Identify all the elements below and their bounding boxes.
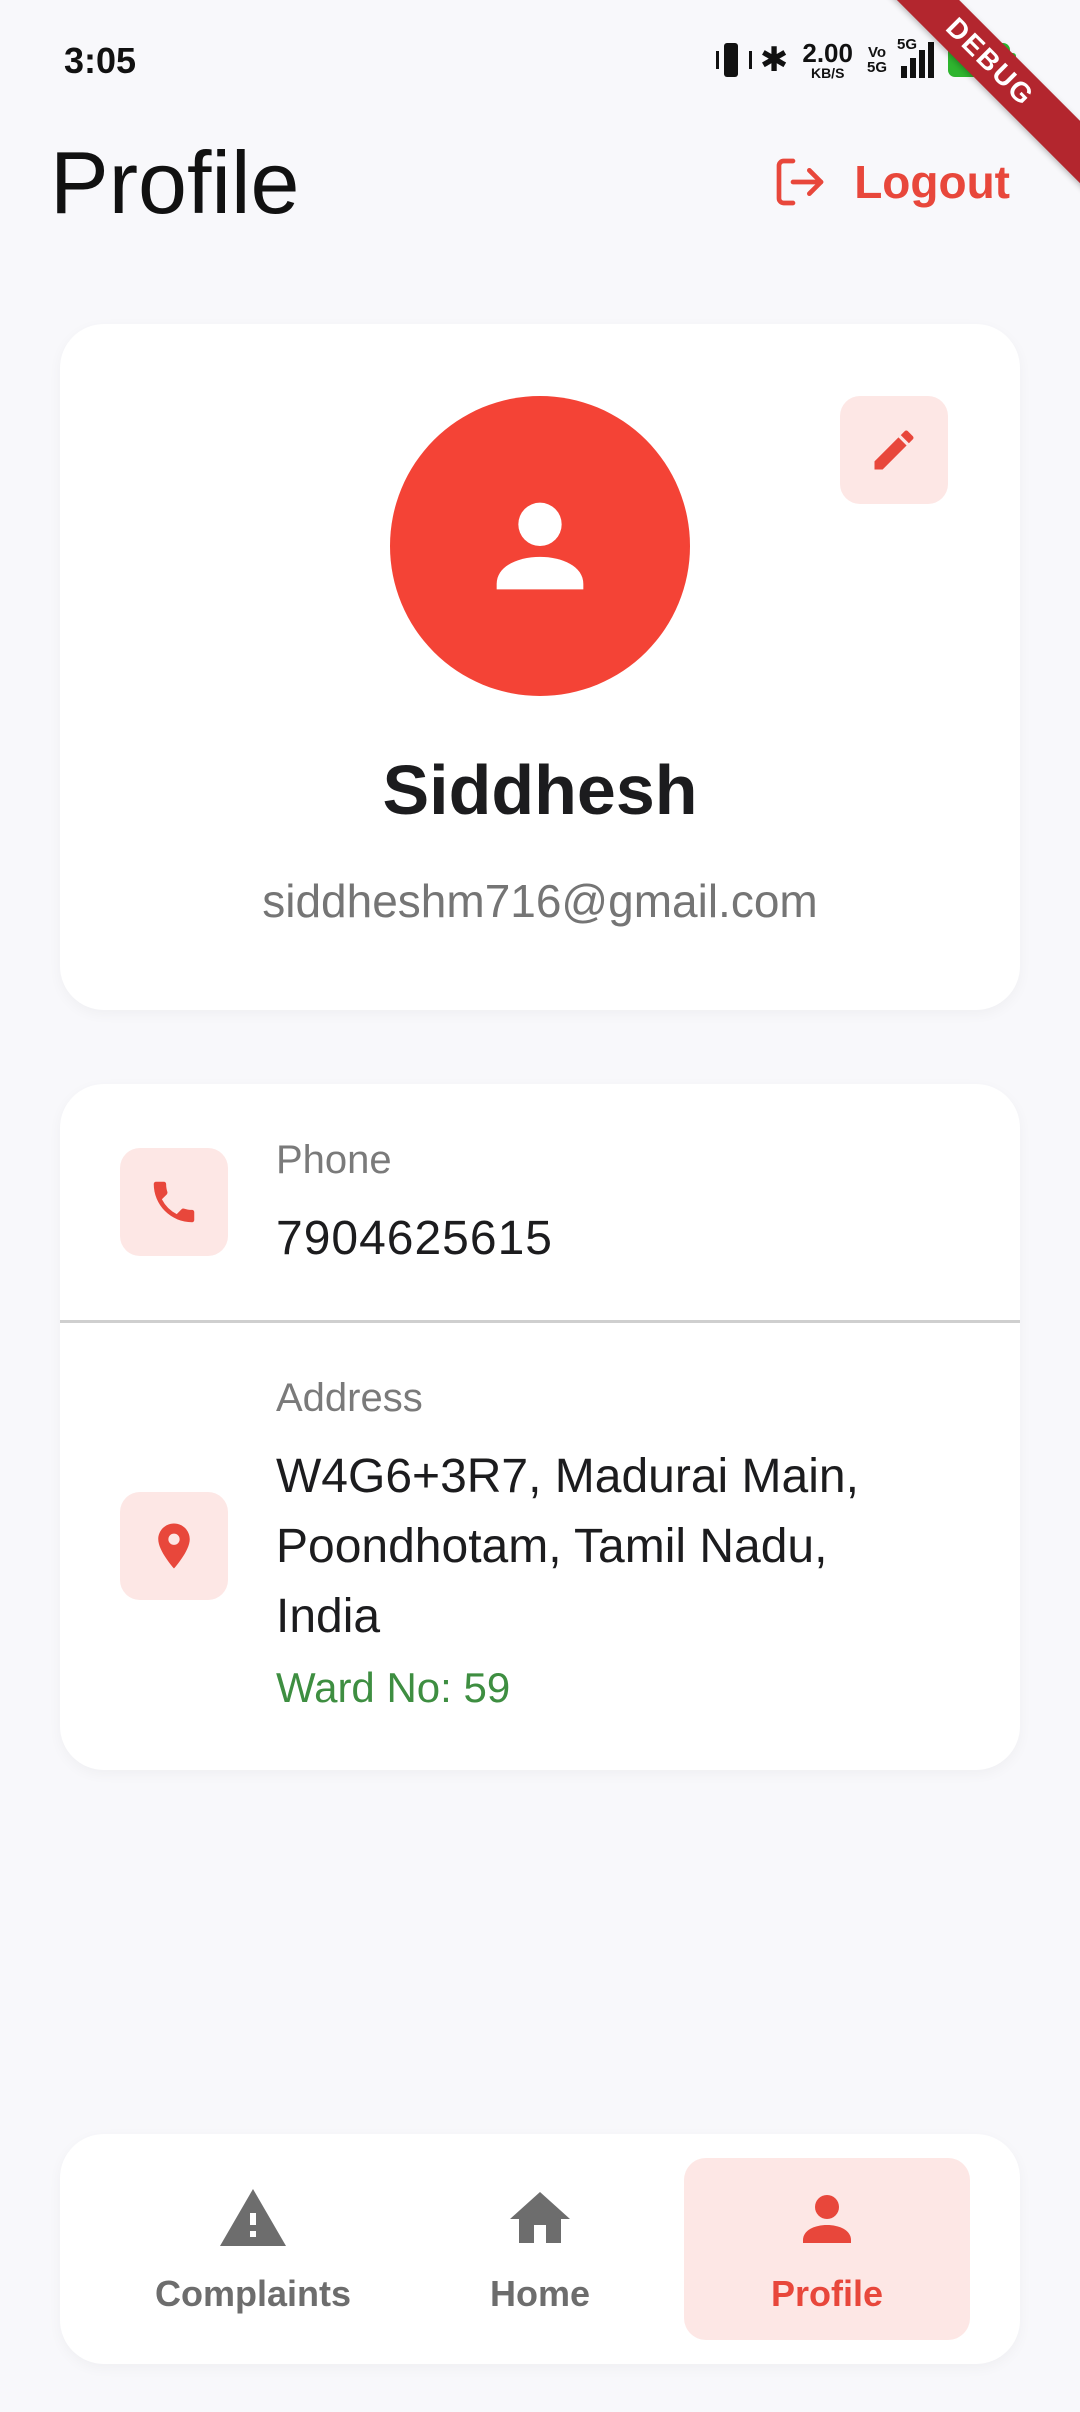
- network-speed: 2.00 KB/S: [802, 40, 853, 80]
- phone-row: Phone 7904625615: [60, 1084, 1020, 1320]
- network-speed-value: 2.00: [802, 38, 853, 68]
- address-value: W4G6+3R7, Madurai Main, Poondhotam, Tami…: [276, 1450, 859, 1643]
- app-header: Profile Logout: [0, 120, 1080, 270]
- pencil-icon: [874, 430, 914, 470]
- nav-profile-label: Profile: [770, 2273, 884, 2314]
- profile-card: Siddhesh siddheshm716@gmail.com: [60, 324, 1020, 1010]
- home-icon: [510, 2192, 570, 2243]
- network-speed-unit: KB/S: [810, 65, 845, 81]
- profile-email: siddheshm716@gmail.com: [262, 875, 818, 927]
- nav-complaints[interactable]: Complaints: [110, 2158, 396, 2340]
- logout-label: Logout: [854, 156, 1010, 208]
- status-time: 3:05: [64, 40, 137, 81]
- page-title: Profile: [50, 133, 300, 232]
- phone-icon: [153, 1181, 195, 1223]
- avatar: [390, 396, 690, 696]
- logout-button[interactable]: Logout: [772, 150, 1010, 214]
- person-icon: [496, 502, 584, 590]
- nav-complaints-label: Complaints: [154, 2273, 351, 2314]
- logout-icon: [776, 158, 824, 206]
- volte-bottom: 5G: [866, 59, 887, 76]
- nav-profile[interactable]: Profile: [684, 2158, 970, 2340]
- profile-name: Siddhesh: [382, 751, 698, 829]
- nav-home[interactable]: Home: [397, 2158, 683, 2340]
- bluetooth-icon: ✱: [759, 41, 789, 79]
- person-icon: [803, 2195, 851, 2243]
- phone-value: 7904625615: [276, 1212, 553, 1265]
- location-pin-icon: [158, 1523, 190, 1569]
- location-icon-container: [120, 1492, 228, 1600]
- warning-icon: [220, 2189, 286, 2246]
- bottom-navigation: Complaints Home Profile: [60, 2134, 1020, 2364]
- volte-top: Vo: [867, 44, 887, 61]
- signal-label: 5G: [897, 36, 918, 53]
- contact-info-card: Phone 7904625615 Address W4G6+3R7, Madur…: [60, 1084, 1020, 1770]
- volte-icon: Vo 5G: [867, 45, 887, 75]
- vibrate-icon: [715, 41, 752, 79]
- phone-icon-container: [120, 1148, 228, 1256]
- signal-icon: 5G: [897, 36, 934, 78]
- address-row: Address W4G6+3R7, Madurai Main, Poondhot…: [60, 1322, 1020, 1770]
- nav-home-label: Home: [489, 2273, 591, 2314]
- ward-number: Ward No: 59: [276, 1664, 511, 1711]
- phone-label: Phone: [276, 1138, 392, 1182]
- address-label: Address: [276, 1376, 423, 1420]
- edit-profile-button[interactable]: [840, 396, 948, 504]
